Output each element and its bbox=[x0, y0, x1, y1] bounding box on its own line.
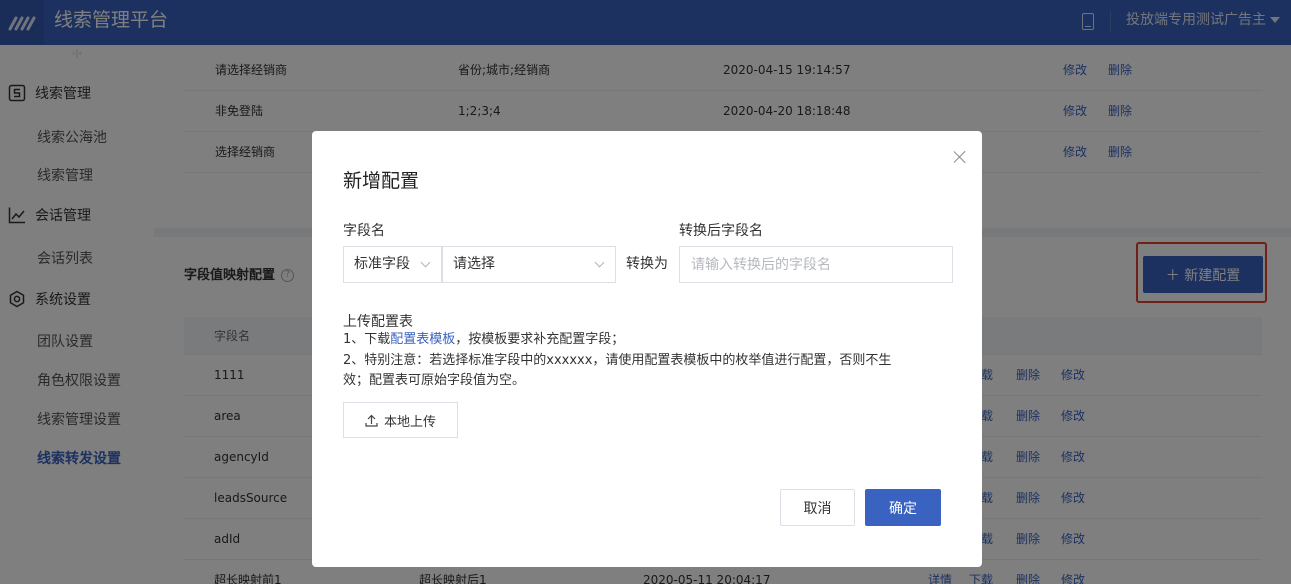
note-line-1: 1、下载配置表模板，按模板要求补充配置字段； bbox=[343, 330, 624, 350]
add-config-modal: 新增配置 字段名 转换后字段名 标准字段 请选择 转换为 上传配置表 1、下载配… bbox=[312, 131, 982, 567]
close-icon[interactable] bbox=[951, 148, 969, 166]
note-line-3: 效；配置表可原始字段值为空。 bbox=[343, 373, 526, 388]
chevron-down-icon bbox=[594, 257, 605, 268]
target-field-label: 转换后字段名 bbox=[679, 223, 763, 239]
field-select[interactable]: 请选择 bbox=[442, 246, 616, 283]
note-line-2: 2、特别注意：若选择标准字段中的xxxxxx，请使用配置表模板中的枚举值进行配置… bbox=[343, 353, 892, 368]
field-name-label: 字段名 bbox=[343, 223, 385, 239]
modal-title: 新增配置 bbox=[343, 170, 420, 192]
upload-button-label: 本地上传 bbox=[383, 414, 436, 430]
field-select-value: 请选择 bbox=[453, 256, 495, 272]
field-type-select[interactable]: 标准字段 bbox=[343, 246, 442, 283]
local-upload-button[interactable]: 本地上传 bbox=[343, 402, 458, 438]
upload-title: 上传配置表 bbox=[343, 314, 413, 330]
field-type-value: 标准字段 bbox=[354, 256, 410, 272]
note1-suffix: ，按模板要求补充配置字段； bbox=[455, 332, 625, 347]
template-download-link[interactable]: 配置表模板 bbox=[390, 332, 455, 347]
chevron-down-icon bbox=[420, 257, 431, 268]
upload-icon bbox=[365, 414, 378, 427]
note1-prefix: 1、下载 bbox=[343, 332, 391, 347]
convert-label: 转换为 bbox=[626, 256, 668, 272]
confirm-button[interactable]: 确定 bbox=[865, 489, 941, 526]
cancel-button[interactable]: 取消 bbox=[780, 489, 855, 526]
target-field-input[interactable] bbox=[679, 246, 953, 283]
